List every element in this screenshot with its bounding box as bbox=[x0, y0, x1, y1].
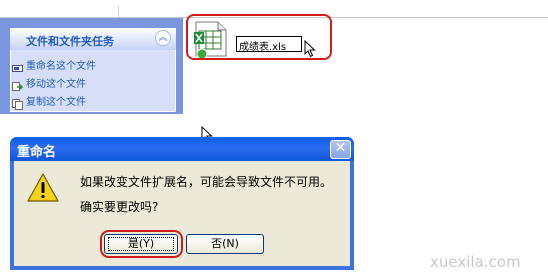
dialog-question: 确实要更改吗? bbox=[80, 200, 159, 214]
no-button[interactable]: 否(N) bbox=[186, 234, 264, 254]
task-panel-title: 文件和文件夹任务 bbox=[26, 35, 114, 48]
rename-icon bbox=[12, 59, 23, 72]
dialog-title: 重命名 bbox=[17, 145, 57, 160]
watermark: xuexila.com bbox=[430, 253, 521, 271]
mouse-cursor-icon bbox=[304, 39, 316, 62]
move-icon bbox=[12, 77, 24, 91]
double-chevron-up-icon[interactable]: ︽ bbox=[155, 30, 171, 46]
highlight-ring bbox=[100, 230, 183, 258]
task-rename-file[interactable]: 重命名这个文件 bbox=[26, 57, 96, 72]
close-icon[interactable]: ✕ bbox=[330, 140, 351, 159]
task-move-file[interactable]: 移动这个文件 bbox=[26, 75, 86, 90]
divider bbox=[118, 6, 119, 17]
dialog-title-bar[interactable] bbox=[10, 137, 354, 161]
dialog-message: 如果改变文件扩展名，可能会导致文件不可用。 bbox=[80, 175, 333, 189]
task-copy-file[interactable]: 复制这个文件 bbox=[26, 93, 86, 108]
warning-icon bbox=[26, 172, 60, 208]
copy-icon bbox=[12, 95, 23, 110]
